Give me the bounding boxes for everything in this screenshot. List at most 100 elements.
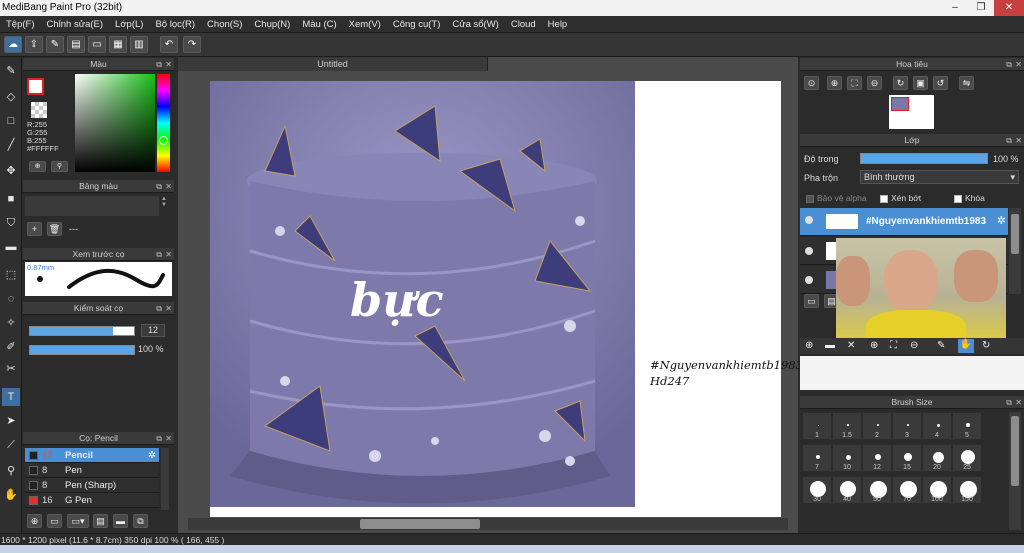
saturation-value-picker[interactable] — [75, 74, 155, 172]
brush-size-cell[interactable]: 100 — [922, 476, 952, 504]
menu-help[interactable]: Help — [542, 19, 574, 30]
select-eraser-icon[interactable]: ✂ — [2, 360, 20, 378]
protect-alpha-checkbox[interactable] — [806, 194, 814, 203]
close-panel-icon[interactable]: ✕ — [165, 248, 172, 261]
popout-icon[interactable]: ⧉ — [156, 302, 162, 315]
select-pen-icon[interactable]: ✐ — [2, 338, 20, 356]
brush-size-scrollbar[interactable] — [1009, 412, 1021, 530]
brush-size-value[interactable]: 12 — [141, 324, 165, 337]
palette-swatches-area[interactable] — [25, 196, 159, 216]
lock-option[interactable]: Khóa — [954, 193, 985, 203]
menu-layer[interactable]: Lớp(L) — [109, 19, 149, 30]
gear-icon[interactable]: ✲ — [997, 214, 1006, 227]
brush-size-cell[interactable]: 1 — [802, 412, 832, 440]
brush-size-cell[interactable]: 25 — [952, 444, 982, 472]
brush-size-cell[interactable]: 2 — [862, 412, 892, 440]
hand-tool-icon[interactable]: ✋ — [2, 486, 20, 504]
operation-tool-icon[interactable]: ➤ — [2, 412, 20, 430]
brush-tool-icon[interactable]: ✎ — [2, 62, 20, 80]
brush-item-pen[interactable]: 8 Pen — [25, 463, 159, 478]
move-tool-icon[interactable]: ✥ — [2, 162, 20, 180]
close-panel-icon[interactable]: ✕ — [165, 58, 172, 71]
brush-size-cell[interactable]: 12 — [862, 444, 892, 472]
zoom-out-icon[interactable]: ⊖ — [867, 76, 882, 90]
brush-menu-icon[interactable]: ▭▾ — [67, 514, 89, 528]
close-panel-icon[interactable]: ✕ — [165, 180, 172, 193]
menu-cloud[interactable]: Cloud — [505, 19, 542, 30]
fit-icon[interactable]: ⛶ — [890, 340, 897, 351]
brush-size-cell[interactable]: 7 — [802, 444, 832, 472]
clipping-checkbox[interactable] — [880, 194, 888, 203]
brush-size-scroll-thumb[interactable] — [1011, 416, 1019, 486]
chat-icon[interactable]: ▤ — [67, 36, 85, 53]
menu-snap[interactable]: Chụp(N) — [248, 19, 296, 30]
grid-icon[interactable]: ▦ — [109, 36, 127, 53]
popout-icon[interactable]: ⧉ — [1006, 134, 1012, 147]
gradient-tool-icon[interactable]: ▬ — [2, 238, 20, 256]
rotate-right-icon[interactable]: ↺ — [933, 76, 948, 90]
menu-window[interactable]: Cửa sổ(W) — [446, 19, 504, 30]
horizontal-scrollbar[interactable] — [188, 518, 788, 530]
zoom-out-icon[interactable]: ⊖ — [910, 340, 918, 351]
select-rect-icon[interactable]: ⬚ — [2, 266, 20, 284]
color-dropper-icon[interactable]: ⚲ — [51, 161, 68, 172]
color-add-icon[interactable]: ⊕ — [29, 161, 46, 172]
flip-icon[interactable]: ⇋ — [959, 76, 974, 90]
brush-size-cell[interactable]: 5 — [952, 412, 982, 440]
brush-size-cell[interactable]: 20 — [922, 444, 952, 472]
brush-folder-icon[interactable]: ▬ — [113, 514, 128, 528]
popout-icon[interactable]: ⧉ — [156, 58, 162, 71]
menu-view[interactable]: Xem(V) — [343, 19, 387, 30]
protect-alpha-option[interactable]: Bảo vệ alpha — [806, 193, 867, 203]
share-icon[interactable]: ⇪ — [25, 36, 43, 53]
brush-size-cell[interactable]: 50 — [862, 476, 892, 504]
close-button[interactable]: ✕ — [994, 0, 1024, 16]
line-tool-icon[interactable]: ╱ — [2, 136, 20, 154]
zoom-fit-icon[interactable]: ⊙ — [804, 76, 819, 90]
brush-size-cell[interactable]: 4 — [922, 412, 952, 440]
restore-button[interactable]: ❐ — [968, 0, 994, 16]
pen-icon[interactable]: ✎ — [937, 340, 945, 351]
layer-delete-icon[interactable]: ✕ — [847, 340, 855, 351]
redo-icon[interactable]: ↷ — [183, 36, 201, 53]
popout-icon[interactable]: ⧉ — [156, 180, 162, 193]
palette-trash-icon[interactable]: 🗑 — [47, 222, 62, 236]
brush-item-pen-sharp[interactable]: 8 Pen (Sharp) — [25, 478, 159, 493]
hue-handle[interactable] — [159, 136, 168, 145]
brush-size-cell[interactable]: 70 — [892, 476, 922, 504]
layer-opacity-slider[interactable] — [860, 153, 988, 164]
brush-size-cell[interactable]: 15 — [892, 444, 922, 472]
add-brush-icon[interactable]: ⊕ — [27, 514, 42, 528]
popout-icon[interactable]: ⧉ — [1006, 396, 1012, 409]
comment-icon[interactable]: ✎ — [46, 36, 64, 53]
transparent-swatch[interactable] — [31, 102, 47, 118]
layer-row-text[interactable]: #Nguyenvankhiemtb1983 ✲ — [800, 208, 1008, 236]
document-canvas[interactable]: bực #Nguyenvankhiemtb1983 Hd247 — [210, 81, 803, 517]
brush-size-slider[interactable] — [29, 326, 135, 336]
close-panel-icon[interactable]: ✕ — [1015, 58, 1022, 71]
blend-mode-select[interactable]: Bình thường ▾ — [860, 170, 1019, 184]
minimize-button[interactable]: – — [942, 0, 968, 16]
close-panel-icon[interactable]: ✕ — [1015, 396, 1022, 409]
close-panel-icon[interactable]: ✕ — [1015, 134, 1022, 147]
overlay-text[interactable]: bực — [350, 273, 444, 327]
rotate-icon[interactable]: ↻ — [982, 340, 990, 351]
layer-scroll-thumb[interactable] — [1011, 214, 1019, 254]
cloud-icon[interactable]: ☁ — [4, 36, 22, 53]
menu-select[interactable]: Chọn(S) — [201, 19, 248, 30]
eye-icon[interactable] — [805, 216, 813, 224]
bucket-tool-icon[interactable]: ⛉ — [2, 214, 20, 232]
zoom-in-icon[interactable]: ⊕ — [870, 340, 878, 351]
brush-size-cell[interactable]: 150 — [952, 476, 982, 504]
brush-opacity-slider[interactable] — [29, 345, 135, 355]
document-tab[interactable]: Untitled — [178, 57, 488, 71]
text-tool-icon[interactable]: T — [2, 388, 20, 406]
fill-square-icon[interactable]: ■ — [2, 190, 20, 208]
close-panel-icon[interactable]: ✕ — [165, 432, 172, 445]
rotate-icon[interactable]: ↻ — [893, 76, 908, 90]
new-brush-icon[interactable]: ▭ — [47, 514, 62, 528]
popout-icon[interactable]: ⧉ — [156, 432, 162, 445]
menu-tools[interactable]: Công cụ(T) — [387, 19, 447, 30]
eyedropper-tool-icon[interactable]: ⚲ — [2, 462, 20, 480]
eye-icon[interactable] — [805, 276, 813, 284]
